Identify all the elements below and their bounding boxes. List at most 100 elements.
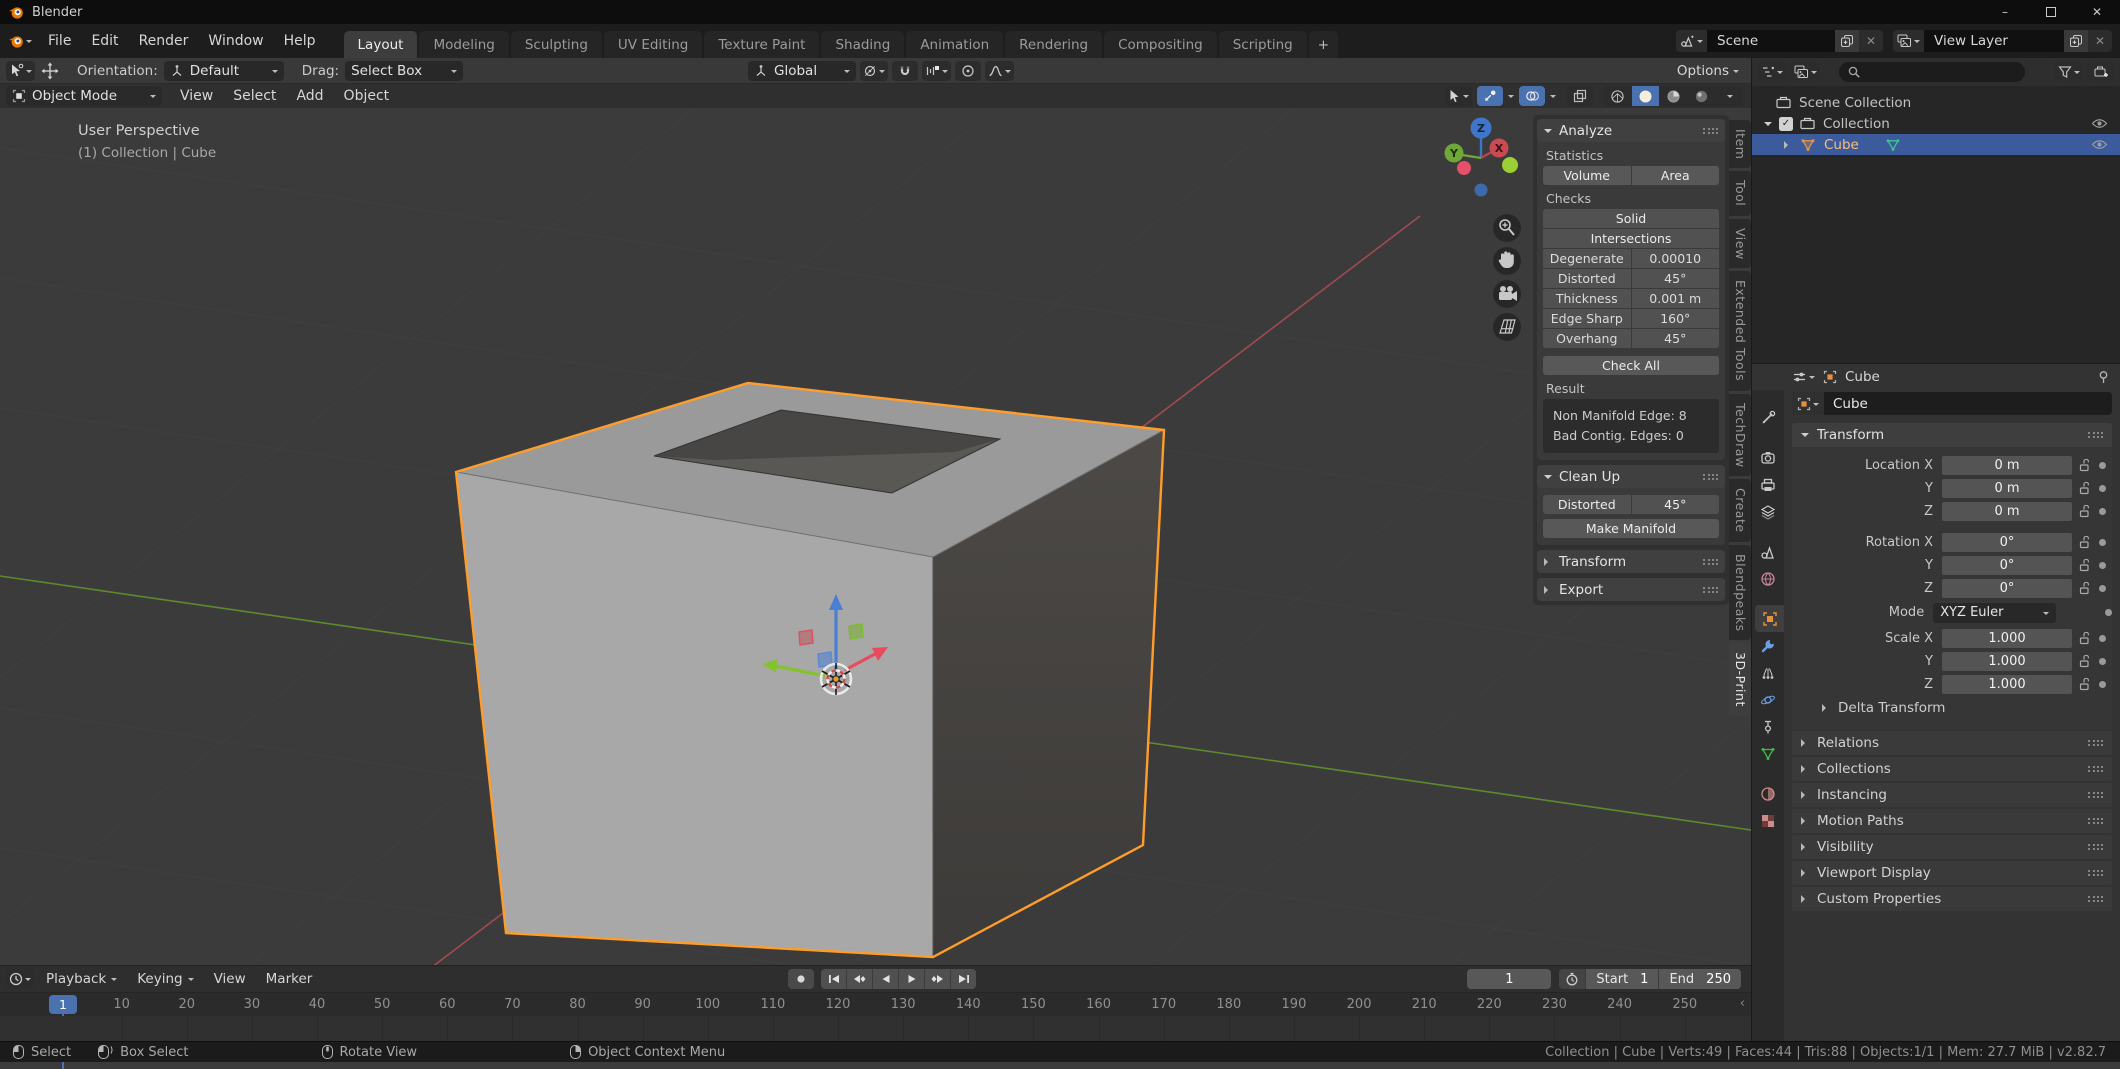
check-row-label[interactable]: Thickness bbox=[1543, 289, 1631, 308]
outliner-row-collection[interactable]: ✓ Collection bbox=[1752, 113, 2120, 134]
scene-new-button[interactable] bbox=[1835, 30, 1859, 52]
active-tool-button[interactable] bbox=[6, 61, 35, 81]
outliner-row-scene-collection[interactable]: Scene Collection bbox=[1752, 92, 2120, 113]
jump-to-start-button[interactable] bbox=[821, 969, 846, 989]
view-layer-name-field[interactable]: View Layer bbox=[1924, 30, 2064, 52]
timeline-tracks[interactable] bbox=[0, 1016, 1751, 1041]
proportional-edit-button[interactable] bbox=[955, 61, 981, 81]
properties-tab-tool[interactable] bbox=[1752, 404, 1784, 431]
scale-value-field[interactable]: 1.000 bbox=[1942, 675, 2072, 694]
lock-open-icon[interactable] bbox=[2072, 536, 2096, 549]
pan-hand-button[interactable] bbox=[1493, 247, 1521, 275]
close-button[interactable]: ✕ bbox=[2074, 0, 2120, 24]
eye-icon[interactable] bbox=[2091, 118, 2108, 129]
check-row-label[interactable]: Degenerate bbox=[1543, 249, 1631, 268]
playhead-current-frame[interactable]: 1 bbox=[49, 995, 77, 1014]
camera-view-button[interactable] bbox=[1493, 280, 1521, 308]
workspace-tab-modeling[interactable]: Modeling bbox=[419, 31, 508, 58]
axis-y-negative-handle[interactable] bbox=[1502, 157, 1518, 173]
scene-unlink-button[interactable]: ✕ bbox=[1859, 30, 1883, 52]
outliner-display-mode-button[interactable] bbox=[1758, 62, 1786, 82]
check-all-button[interactable]: Check All bbox=[1543, 356, 1719, 375]
end-frame-field[interactable]: End 250 bbox=[1659, 969, 1741, 989]
transform-panel-header[interactable]: Transform bbox=[1537, 550, 1725, 573]
options-dropdown[interactable]: Options bbox=[1677, 63, 1739, 79]
selectability-dropdown[interactable] bbox=[1445, 86, 1472, 106]
shading-rendered-button[interactable] bbox=[1688, 86, 1715, 106]
keyframe-dot[interactable] bbox=[2099, 485, 2106, 492]
section-collections[interactable]: Collections bbox=[1792, 757, 2112, 781]
transform-panel-header[interactable]: Transform bbox=[1792, 423, 2112, 447]
keyframe-dot[interactable] bbox=[2105, 609, 2112, 616]
delta-transform-section[interactable]: Delta Transform bbox=[1792, 697, 2112, 719]
location-value-field[interactable]: 0 m bbox=[1942, 456, 2072, 475]
lock-open-icon[interactable] bbox=[2072, 582, 2096, 595]
volume-button[interactable]: Volume bbox=[1543, 166, 1631, 185]
object-id-browse-button[interactable] bbox=[1792, 392, 1824, 415]
properties-tab-texture[interactable] bbox=[1752, 807, 1784, 834]
app-menu-button[interactable] bbox=[0, 28, 38, 54]
section-instancing[interactable]: Instancing bbox=[1792, 783, 2112, 807]
lock-open-icon[interactable] bbox=[2072, 632, 2096, 645]
orientation-dropdown[interactable]: Default bbox=[164, 61, 284, 81]
intersections-check-button[interactable]: Intersections bbox=[1543, 229, 1719, 248]
panel-grip[interactable] bbox=[2088, 844, 2103, 850]
area-button[interactable]: Area bbox=[1632, 166, 1720, 185]
outliner-filter-button[interactable] bbox=[2055, 62, 2083, 82]
check-row-value[interactable]: 0.001 m bbox=[1632, 289, 1720, 308]
cube-object[interactable] bbox=[456, 383, 1164, 957]
keyframe-dot[interactable] bbox=[2099, 539, 2106, 546]
panel-grip[interactable] bbox=[1703, 587, 1718, 593]
panel-grip[interactable] bbox=[1703, 128, 1718, 134]
properties-tab-view-layer[interactable] bbox=[1752, 498, 1784, 525]
rotation-value-field[interactable]: 0° bbox=[1942, 579, 2072, 598]
panel-grip[interactable] bbox=[2088, 818, 2103, 824]
workspace-tab-sculpting[interactable]: Sculpting bbox=[511, 31, 602, 58]
export-panel-header[interactable]: Export bbox=[1537, 578, 1725, 601]
sidebar-tab-tool[interactable]: Tool bbox=[1729, 171, 1751, 215]
section-viewport-display[interactable]: Viewport Display bbox=[1792, 861, 2112, 885]
play-reverse-button[interactable] bbox=[873, 969, 898, 989]
collection-checkbox[interactable]: ✓ bbox=[1779, 117, 1793, 131]
keyframe-dot[interactable] bbox=[2099, 681, 2106, 688]
viewport-menu-view[interactable]: View bbox=[170, 83, 223, 109]
move-tool-icon[interactable] bbox=[41, 62, 59, 80]
view-layer-browse-button[interactable] bbox=[1893, 30, 1924, 52]
sidebar-tab-3d-print[interactable]: 3D-Print bbox=[1729, 643, 1751, 716]
timeline-ruler[interactable]: 1 10203040506070809010011012013014015016… bbox=[0, 992, 1751, 1016]
shading-solid-button[interactable] bbox=[1632, 86, 1659, 106]
properties-tab-render[interactable] bbox=[1752, 444, 1784, 471]
location-value-field[interactable]: 0 m bbox=[1942, 479, 2072, 498]
eye-icon[interactable] bbox=[2091, 139, 2108, 150]
properties-editor-type-button[interactable] bbox=[1792, 370, 1815, 384]
check-row-value[interactable]: 45° bbox=[1632, 329, 1720, 348]
keyframe-dot[interactable] bbox=[2099, 658, 2106, 665]
workspace-tab-shading[interactable]: Shading bbox=[821, 31, 904, 58]
object-name-field[interactable]: Cube bbox=[1792, 392, 2112, 415]
viewport-canvas[interactable]: Z X Y bbox=[0, 108, 1751, 965]
check-row-label[interactable]: Edge Sharp bbox=[1543, 309, 1631, 328]
rotation-value-field[interactable]: 0° bbox=[1942, 556, 2072, 575]
check-row-label[interactable]: Overhang bbox=[1543, 329, 1631, 348]
properties-tab-data[interactable] bbox=[1752, 740, 1784, 767]
properties-tab-object[interactable] bbox=[1755, 605, 1784, 632]
outliner-filter-mode-button[interactable] bbox=[1791, 62, 1820, 82]
workspace-tab-animation[interactable]: Animation bbox=[906, 31, 1003, 58]
menu-help[interactable]: Help bbox=[274, 28, 326, 54]
start-frame-field[interactable]: Start 1 bbox=[1586, 969, 1658, 989]
analyze-panel-header[interactable]: Analyze bbox=[1537, 119, 1725, 142]
panel-grip[interactable] bbox=[2088, 766, 2103, 772]
viewport-menu-add[interactable]: Add bbox=[286, 83, 333, 109]
section-relations[interactable]: Relations bbox=[1792, 731, 2112, 755]
panel-grip[interactable] bbox=[1703, 559, 1718, 565]
workspace-tab-compositing[interactable]: Compositing bbox=[1104, 31, 1217, 58]
make-manifold-button[interactable]: Make Manifold bbox=[1543, 519, 1719, 538]
scale-value-field[interactable]: 1.000 bbox=[1942, 652, 2072, 671]
show-gizmo-button[interactable] bbox=[1477, 86, 1503, 106]
gizmo-plane-y[interactable] bbox=[849, 624, 863, 639]
timeline-menu-view[interactable]: View bbox=[204, 966, 256, 992]
section-custom-properties[interactable]: Custom Properties bbox=[1792, 887, 2112, 911]
solid-check-button[interactable]: Solid bbox=[1543, 209, 1719, 228]
pin-icon[interactable] bbox=[2097, 370, 2110, 384]
lock-open-icon[interactable] bbox=[2072, 482, 2096, 495]
